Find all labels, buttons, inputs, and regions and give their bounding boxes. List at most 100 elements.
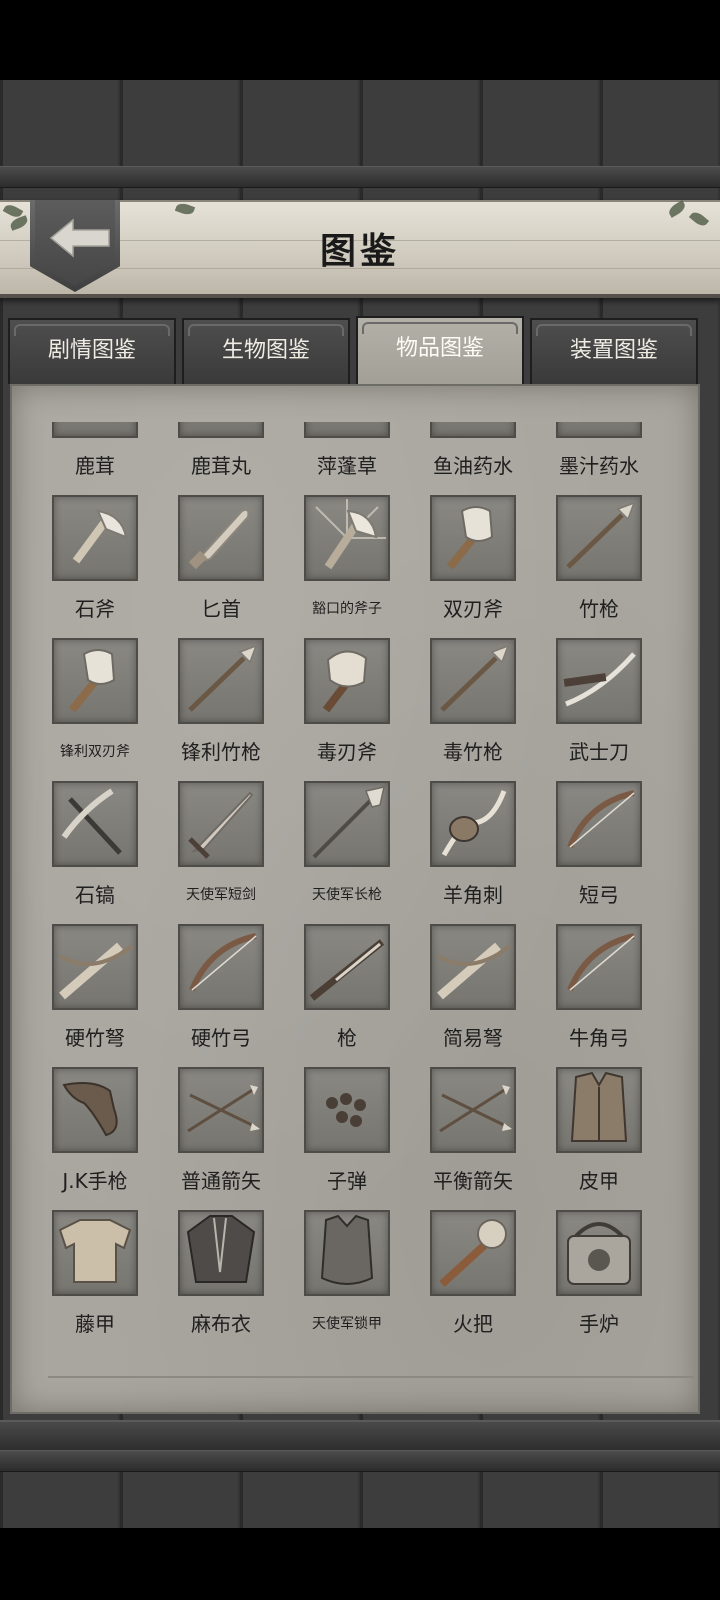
item-slot[interactable] [304,1067,390,1153]
item-card[interactable]: 子弹 [288,1067,400,1210]
item-card[interactable]: J.K手枪 [36,1067,148,1210]
tab-story[interactable]: 剧情图鉴 [8,318,176,384]
double-axe-icon [68,649,116,713]
item-slot[interactable] [556,422,642,438]
item-slot[interactable] [556,924,642,1010]
item-card[interactable]: 石斧 [36,495,148,638]
item-slot[interactable] [556,638,642,724]
item-slot[interactable] [52,924,138,1010]
arrows-icon [439,1085,512,1133]
item-slot[interactable] [52,1210,138,1296]
wood-beam [0,1450,720,1472]
arrows-icon [187,1085,260,1133]
item-slot[interactable] [178,495,264,581]
item-card[interactable]: 毒竹枪 [414,638,526,781]
item-card[interactable]: 麻布衣 [162,1210,274,1353]
item-label: 天使军锁甲 [312,1316,382,1332]
item-slot[interactable] [304,495,390,581]
item-slot[interactable] [52,781,138,867]
chainmail-icon [320,1214,374,1285]
item-card[interactable]: 短弓 [540,781,652,924]
item-card[interactable]: 牛角弓 [540,924,652,1067]
divider [48,1376,694,1378]
item-card[interactable]: 普通箭矢 [162,1067,274,1210]
item-slot[interactable] [304,924,390,1010]
item-slot[interactable] [430,1067,516,1153]
dagger-icon [188,508,250,570]
item-label: 羊角刺 [443,883,503,907]
item-slot[interactable] [430,495,516,581]
item-slot[interactable] [304,422,390,438]
item-slot[interactable] [178,1210,264,1296]
musket-icon [309,939,385,1001]
item-card[interactable]: 鹿茸 [36,422,148,495]
item-slot[interactable] [52,422,138,438]
item-card[interactable]: 天使军长枪 [288,781,400,924]
item-slot[interactable] [430,1210,516,1296]
item-card[interactable]: 萍蓬草 [288,422,400,495]
tab-creatures[interactable]: 生物图鉴 [182,318,350,384]
hand-warmer-icon [567,1222,631,1285]
item-card[interactable]: 手炉 [540,1210,652,1353]
item-card[interactable]: 匕首 [162,495,274,638]
item-card[interactable]: 天使军锁甲 [288,1210,400,1353]
item-label: 鹿茸 [75,454,115,478]
item-card[interactable]: 锋利竹枪 [162,638,274,781]
item-slot[interactable] [178,422,264,438]
tab-items[interactable]: 物品图鉴 [356,316,524,386]
cloth-icon [186,1215,256,1283]
items-scroll-area[interactable]: 鹿茸 鹿茸丸 萍蓬草 鱼油药水 墨汁药水 石斧 匕首 豁口的斧子 双刃斧 竹枪 锋利双刃斧 锋利竹枪 毒… [12,422,698,1412]
item-slot[interactable] [52,495,138,581]
items-row: 藤甲 麻布衣 天使军锁甲 火把 手炉 [36,1210,686,1353]
item-slot[interactable] [304,1210,390,1296]
bottom-plank [0,1420,720,1450]
item-slot[interactable] [430,638,516,724]
item-card[interactable]: 皮甲 [540,1067,652,1210]
tab-devices[interactable]: 装置图鉴 [530,318,698,384]
item-slot[interactable] [178,1067,264,1153]
item-card[interactable]: 鱼油药水 [414,422,526,495]
item-card[interactable]: 豁口的斧子 [288,495,400,638]
item-slot[interactable] [304,781,390,867]
item-slot[interactable] [304,638,390,724]
item-slot[interactable] [556,1210,642,1296]
katana-icon [563,652,636,707]
item-slot[interactable] [178,924,264,1010]
crossbow-icon [436,942,512,1000]
item-card[interactable]: 石镐 [36,781,148,924]
item-card[interactable]: 藤甲 [36,1210,148,1353]
item-card[interactable]: 硬竹弩 [36,924,148,1067]
item-card[interactable]: 双刃斧 [414,495,526,638]
page-title: 图鉴 [319,231,400,272]
antler-icon [54,422,136,436]
item-slot[interactable] [430,781,516,867]
item-slot[interactable] [178,781,264,867]
item-label: 天使军长枪 [312,887,382,903]
item-card[interactable]: 竹枪 [540,495,652,638]
item-card[interactable]: 天使军短剑 [162,781,274,924]
items-row: 硬竹弩 硬竹弓 枪 简易弩 牛角弓 [36,924,686,1067]
item-slot[interactable] [556,1067,642,1153]
item-slot[interactable] [430,924,516,1010]
item-slot[interactable] [52,1067,138,1153]
item-slot[interactable] [178,638,264,724]
item-slot[interactable] [556,495,642,581]
items-row: J.K手枪 普通箭矢 子弹 平衡箭矢 皮甲 [36,1067,686,1210]
item-card[interactable]: 毒刃斧 [288,638,400,781]
item-card[interactable]: 鹿茸丸 [162,422,274,495]
item-card[interactable]: 火把 [414,1210,526,1353]
item-slot[interactable] [430,422,516,438]
leaf-decoration [666,200,688,218]
item-card[interactable]: 硬竹弓 [162,924,274,1067]
item-slot[interactable] [556,781,642,867]
item-card[interactable]: 墨汁药水 [540,422,652,495]
item-card[interactable]: 锋利双刃斧 [36,638,148,781]
item-card[interactable]: 简易弩 [414,924,526,1067]
item-card[interactable]: 枪 [288,924,400,1067]
item-card[interactable]: 武士刀 [540,638,652,781]
item-card[interactable]: 羊角刺 [414,781,526,924]
item-slot[interactable] [52,638,138,724]
item-label: 墨汁药水 [559,454,639,478]
items-row: 鹿茸 鹿茸丸 萍蓬草 鱼油药水 墨汁药水 [36,422,686,495]
item-card[interactable]: 平衡箭矢 [414,1067,526,1210]
